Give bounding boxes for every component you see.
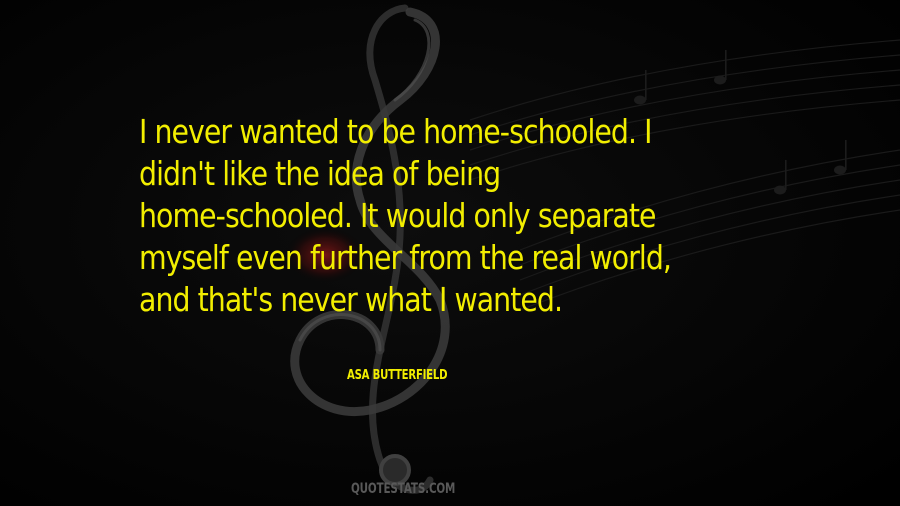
quote-card: I never wanted to be home-schooled. I di… <box>0 0 900 506</box>
quote-author: Asa Butterfield <box>347 368 448 383</box>
quote-line: myself even further from the real world, <box>139 238 672 277</box>
site-watermark: QUOTESTATS.COM <box>351 481 456 497</box>
quote-line: didn't like the idea of being <box>139 154 501 193</box>
quote-line: home-schooled. It would only separate <box>139 196 657 235</box>
quote-line: and that's never what I wanted. <box>139 280 563 319</box>
quote-line: I never wanted to be home-schooled. I <box>139 112 653 151</box>
quote-text: I never wanted to be home-schooled. I di… <box>139 111 724 321</box>
